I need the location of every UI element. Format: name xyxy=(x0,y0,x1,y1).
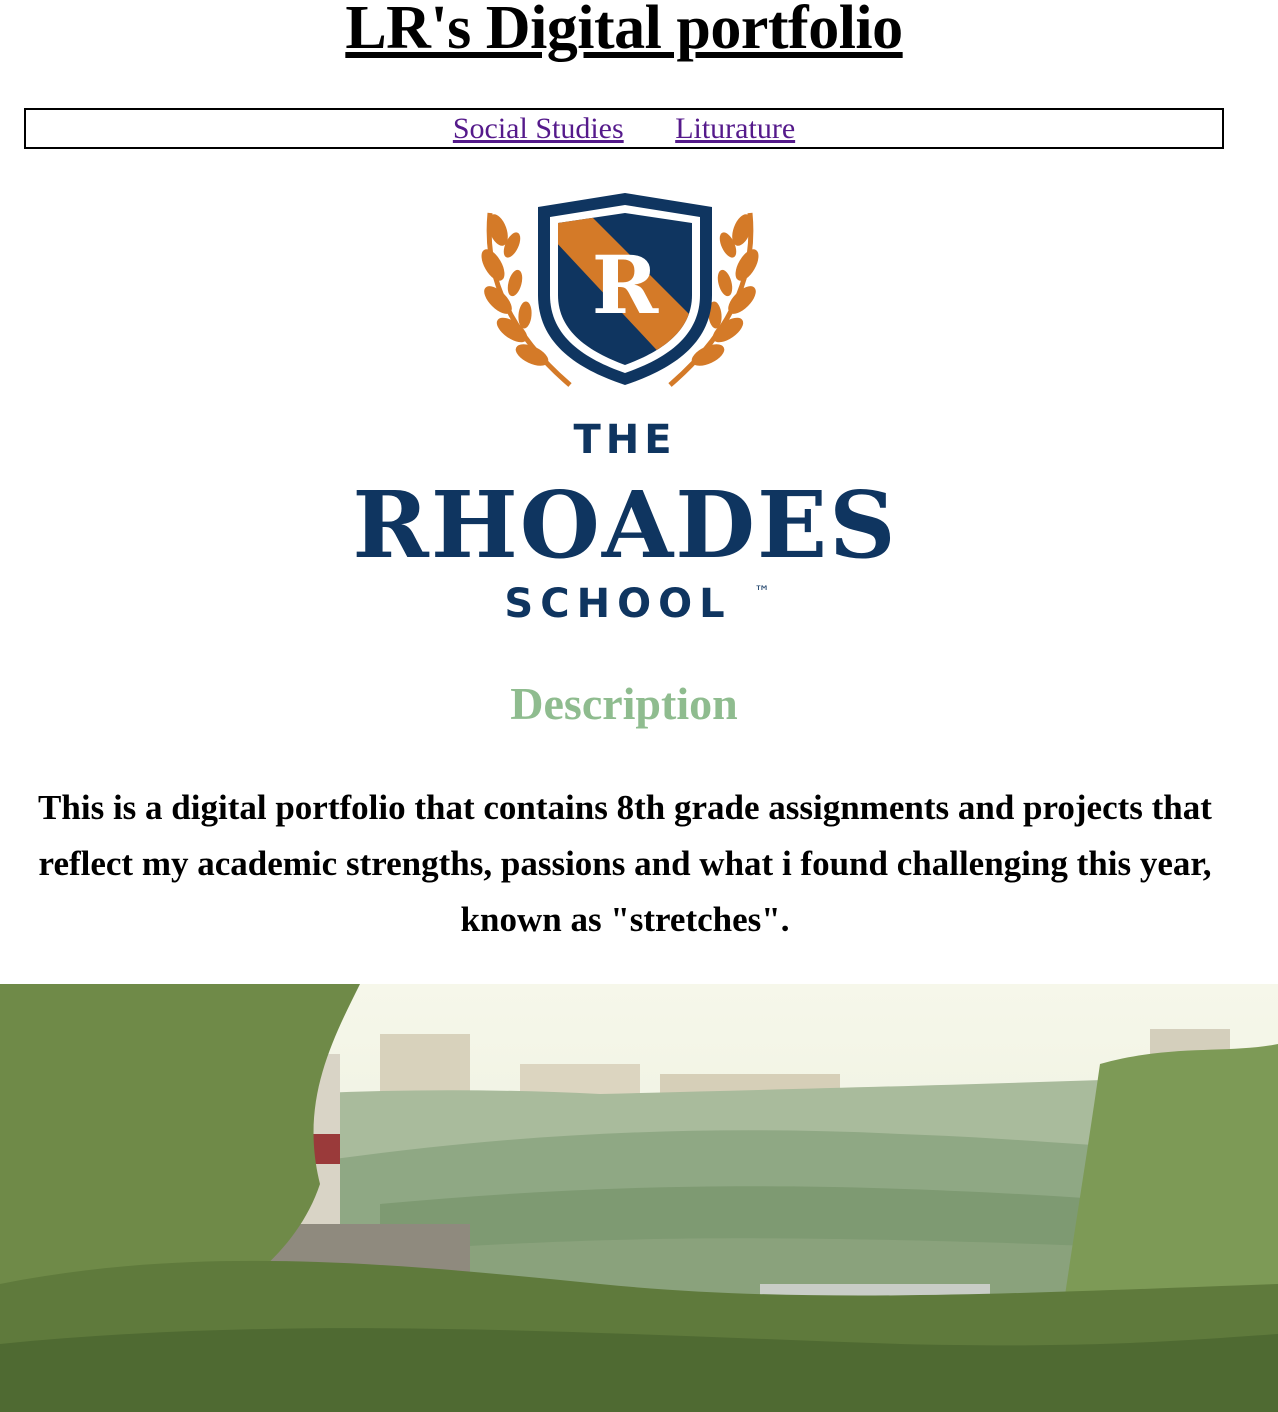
school-logo: R THE RHOADES SCHOOL ™ xyxy=(340,185,910,635)
nav-link-liturature[interactable]: Liturature xyxy=(675,112,795,145)
logo-line-rhoades: RHOADES xyxy=(352,471,897,579)
landscape-photo xyxy=(0,984,1278,1412)
logo-trademark: ™ xyxy=(754,582,770,601)
shield-letter: R xyxy=(592,238,659,332)
logo-line-school: SCHOOL xyxy=(504,581,731,627)
logo-line-the: THE xyxy=(573,417,676,463)
description-text: This is a digital portfolio that contain… xyxy=(38,788,1212,939)
school-logo-graphic: R THE RHOADES SCHOOL ™ xyxy=(352,193,897,627)
shield-icon: R xyxy=(538,193,712,385)
landscape-photo-graphic xyxy=(0,984,1278,1412)
description-heading: Description xyxy=(510,678,738,729)
nav-link-social-studies[interactable]: Social Studies xyxy=(453,112,624,145)
nav-bar: Social Studies Liturature xyxy=(24,108,1224,149)
page-title: LR's Digital portfolio xyxy=(345,0,903,62)
